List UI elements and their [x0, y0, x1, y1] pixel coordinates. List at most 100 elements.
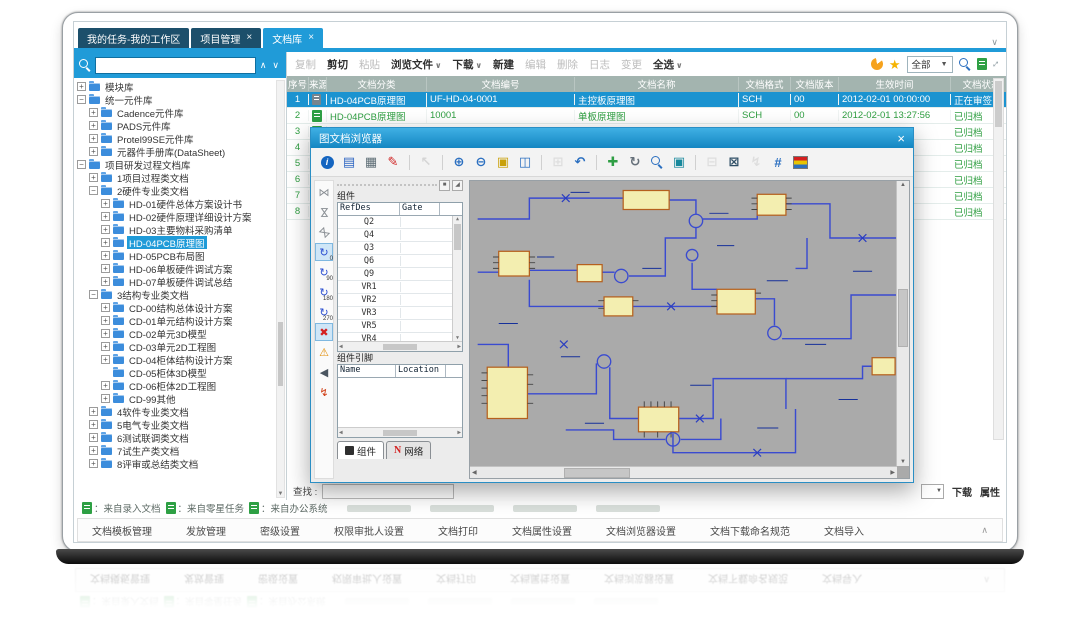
footer-link[interactable]: 文档打印 — [438, 523, 478, 538]
footer-link[interactable]: 文档属性设置 — [512, 523, 572, 538]
print-icon[interactable]: ▦ — [361, 152, 381, 172]
flip-both-icon[interactable]: ⋈ — [315, 223, 333, 241]
tree-scroll-down-icon[interactable]: ▼ — [277, 491, 284, 497]
tree-expander-icon[interactable]: + — [101, 238, 110, 247]
schematic-vscroll[interactable]: ▲▼ — [896, 181, 909, 466]
table-scrollbar-thumb[interactable] — [995, 81, 1002, 127]
rotate-180-icon[interactable]: ↻180 — [315, 283, 333, 301]
layers-icon[interactable] — [790, 152, 810, 172]
tree-item[interactable]: +8评审或总结类文档 — [74, 457, 286, 470]
tree-item[interactable]: +HD-03主要物料采购清单 — [74, 223, 286, 236]
refdes-row[interactable]: VR1 — [338, 281, 453, 294]
tree-item[interactable]: +HD-04PCB原理图 — [74, 236, 286, 249]
tree-item[interactable]: +HD-01硬件总体方案设计书 — [74, 197, 286, 210]
tab-close-icon[interactable]: × — [246, 33, 252, 43]
tree-expander-icon[interactable]: + — [101, 251, 110, 260]
redline-pen-icon[interactable]: ✎ — [383, 152, 403, 172]
tree-expander-icon[interactable]: + — [101, 329, 110, 338]
tree-expander-icon[interactable]: + — [101, 342, 110, 351]
tab-overflow-caret[interactable]: ∨ — [991, 37, 1002, 48]
panel-dock-icon[interactable]: ■ — [439, 180, 450, 191]
tree-expander-icon[interactable]: + — [77, 82, 86, 91]
tree-expander-icon[interactable]: − — [89, 290, 98, 299]
doc-compare-icon[interactable]: ⊠ — [724, 152, 744, 172]
column-header[interactable]: 文档版本 — [791, 77, 839, 91]
tree-search-input[interactable] — [95, 57, 256, 74]
refdes-list-hscroll[interactable]: ◀▶ — [338, 341, 462, 351]
tree-expander-icon[interactable]: + — [89, 420, 98, 429]
tree-expander-icon[interactable]: + — [89, 433, 98, 442]
tree-expander-icon[interactable]: + — [101, 199, 110, 208]
column-header[interactable]: 生效时间 — [839, 77, 951, 91]
tree-item[interactable]: +CD-01单元结构设计方案 — [74, 314, 286, 327]
properties-link[interactable]: 属性 — [980, 484, 1000, 499]
tab-close-icon[interactable]: × — [308, 33, 314, 43]
tree-expander-icon[interactable]: + — [101, 303, 110, 312]
window-tab[interactable]: 文档库× — [263, 28, 323, 48]
tree-item[interactable]: +CD-03单元2D工程图 — [74, 340, 286, 353]
table-row[interactable]: 1HD-04PCB原理图UF-HD-04-0001主控板原理图SCH002012… — [287, 92, 1006, 108]
tree-item[interactable]: +CD-00结构总体设计方案 — [74, 301, 286, 314]
zoom-window-icon[interactable]: ▣ — [493, 152, 513, 172]
search-next-icon[interactable]: ∨ — [272, 60, 281, 71]
tree-expander-icon[interactable]: − — [77, 95, 86, 104]
footer-link[interactable]: 文档模板管理 — [92, 523, 152, 538]
zoom-find-icon[interactable] — [647, 152, 667, 172]
footer-link[interactable]: 文档导入 — [824, 523, 864, 538]
tree-item[interactable]: +7试生产类文档 — [74, 444, 286, 457]
refdes-row[interactable]: Q3 — [338, 242, 453, 255]
tree-expander-icon[interactable]: + — [89, 108, 98, 117]
window-tab[interactable]: 项目管理× — [191, 28, 261, 48]
toolbar-button[interactable]: 全选∨ — [653, 57, 683, 72]
footer-link[interactable]: 密级设置 — [260, 523, 300, 538]
footer-link[interactable]: 文档下载命名规范 — [710, 523, 790, 538]
tree-expander-icon[interactable]: − — [89, 186, 98, 195]
column-header[interactable]: 文档名称 — [575, 77, 739, 91]
expand-view-icon[interactable]: ↕ — [989, 58, 1001, 70]
panel-handle[interactable]: ■ ◢ — [337, 180, 463, 190]
sound-icon[interactable]: ◀ — [315, 363, 333, 381]
tree-item[interactable]: +4软件专业类文档 — [74, 405, 286, 418]
refdes-column-header[interactable]: Gate — [400, 203, 440, 215]
column-header[interactable]: 文档编号 — [427, 77, 575, 91]
column-header[interactable]: 文档格式 — [739, 77, 791, 91]
footer-collapse-icon[interactable]: ∧ — [981, 525, 988, 536]
flip-horizontal-icon[interactable]: ⋈ — [315, 183, 333, 201]
rotate-0-icon[interactable]: ↻0 — [315, 243, 333, 261]
tree-item[interactable]: +模块库 — [74, 80, 286, 93]
zoom-in-icon[interactable]: ⊕ — [449, 152, 469, 172]
footer-link[interactable]: 文档浏览器设置 — [606, 523, 676, 538]
tree-item[interactable]: +元器件手册库(DataSheet) — [74, 145, 286, 158]
tree-item[interactable]: +HD-02硬件原理详细设计方案 — [74, 210, 286, 223]
page-size-select[interactable]: ▼ — [921, 484, 944, 499]
refresh-icon[interactable] — [871, 58, 883, 70]
tree-expander-icon[interactable]: − — [77, 160, 86, 169]
pin-column-header[interactable]: Location — [396, 365, 446, 377]
mark-delete-icon[interactable]: ✖ — [315, 323, 333, 341]
warning-icon[interactable]: ⚠ — [315, 343, 333, 361]
tree-item[interactable]: +CD-06柜体2D工程图 — [74, 379, 286, 392]
dialog-title-bar[interactable]: 图文档浏览器 × — [311, 128, 913, 148]
tree-expander-icon[interactable]: + — [101, 277, 110, 286]
tree-expander-icon[interactable]: + — [89, 121, 98, 130]
flip-vertical-icon[interactable]: ⋈ — [315, 203, 333, 221]
search-icon[interactable] — [959, 58, 971, 70]
tree-item[interactable]: +Cadence元件库 — [74, 106, 286, 119]
search-prev-icon[interactable]: ∧ — [260, 60, 269, 71]
rotate-270-icon[interactable]: ↻270 — [315, 303, 333, 321]
tree-expander-icon[interactable]: + — [101, 355, 110, 364]
tab-nets[interactable]: N网络 — [386, 441, 431, 459]
tree-item[interactable]: +CD-99其他 — [74, 392, 286, 405]
info-icon[interactable]: i — [317, 152, 337, 172]
tree-item[interactable]: +CD-02单元3D模型 — [74, 327, 286, 340]
zoom-fit-icon[interactable]: ◫ — [515, 152, 535, 172]
pan-icon[interactable]: ✚ — [603, 152, 623, 172]
tree-scrollbar-thumb[interactable] — [278, 322, 283, 386]
tree-item[interactable]: +HD-06单板硬件调试方案 — [74, 262, 286, 275]
column-header[interactable]: 来源 — [309, 77, 327, 91]
dialog-close-icon[interactable]: × — [897, 132, 905, 145]
refdes-row[interactable]: VR2 — [338, 294, 453, 307]
tree-expander-icon[interactable]: + — [101, 394, 110, 403]
tree-expander-icon[interactable]: + — [101, 381, 110, 390]
tree-expander-icon[interactable]: + — [89, 459, 98, 468]
